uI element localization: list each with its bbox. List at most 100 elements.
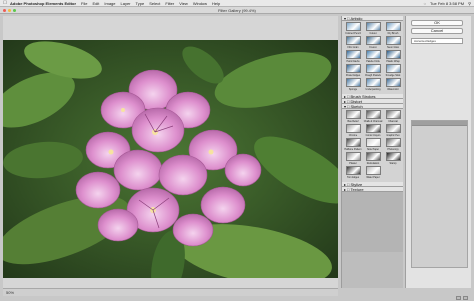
chevron-down-icon: ▾ — [344, 15, 347, 21]
filter-thumbnail[interactable]: Chalk & Charcoal — [364, 110, 382, 124]
wifi-icon[interactable]: ◌ — [424, 1, 426, 6]
spotlight-search-icon[interactable]: ⚲ — [468, 1, 471, 6]
filter-preview-image — [345, 110, 361, 119]
zoom-window-icon[interactable] — [13, 9, 16, 12]
new-effect-layer-icon[interactable] — [456, 296, 461, 300]
filter-thumbnail[interactable]: Cutout — [364, 22, 382, 36]
filter-thumbnail[interactable]: Fresco — [364, 36, 382, 50]
filter-preview-image — [365, 36, 381, 45]
zoom-level[interactable]: 50% — [6, 289, 14, 296]
effect-layer-row[interactable] — [412, 121, 467, 126]
filter-thumbnail[interactable]: Watercolor — [384, 78, 402, 92]
folder-icon: □ — [347, 186, 350, 192]
menu-item-window[interactable]: Window — [193, 1, 207, 6]
filter-preview-image — [365, 152, 381, 161]
window-controls — [3, 9, 16, 12]
filter-thumbnail[interactable]: Reticulation — [364, 152, 382, 166]
preview-canvas[interactable] — [3, 16, 338, 288]
filter-thumbnail[interactable]: Graphic Pen — [384, 124, 402, 138]
filter-label: Plaster — [349, 161, 357, 165]
filter-label: Cutout — [369, 31, 377, 35]
filter-preview-image — [385, 152, 401, 161]
minimize-window-icon[interactable] — [8, 9, 11, 12]
filter-thumbnail[interactable]: Underpainting — [364, 78, 382, 92]
filter-label: Paint Daubs — [346, 59, 360, 63]
ok-button[interactable]: OK — [411, 20, 463, 26]
filter-thumbnail[interactable]: Plaster — [344, 152, 362, 166]
category-label: Texture — [350, 186, 364, 192]
filter-thumbnail[interactable]: Charcoal — [384, 110, 402, 124]
filter-thumbnail[interactable]: Halftone Pattern — [344, 138, 362, 152]
filter-thumbnail[interactable]: Bas Relief — [344, 110, 362, 124]
menu-item-view[interactable]: View — [179, 1, 188, 6]
filter-thumbnail[interactable]: Water Paper — [364, 166, 382, 180]
filter-preview-image — [345, 124, 361, 133]
artistic-thumbnails: Colored Pencil Cutout Dry Brush Film Grain F… — [342, 21, 403, 94]
filter-thumbnail[interactable]: Film Grain — [344, 36, 362, 50]
filter-thumbnail[interactable]: Torn Edges — [344, 166, 362, 180]
filter-thumbnail[interactable]: Dry Brush — [384, 22, 402, 36]
window-titlebar: Filter Gallery (99.4%) — [0, 7, 474, 14]
filter-thumbnail[interactable]: Chrome — [344, 124, 362, 138]
filter-thumbnail[interactable]: Stamp — [384, 152, 402, 166]
sketch-thumbnails: Bas Relief Chalk & Charcoal Charcoal Chrome… — [342, 109, 403, 182]
folder-icon: □ — [347, 103, 350, 109]
filter-preview-image — [365, 166, 381, 175]
filter-thumbnail[interactable]: Plastic Wrap — [384, 50, 402, 64]
filter-preview-image — [345, 138, 361, 147]
filter-label: Torn Edges — [346, 175, 360, 179]
filter-label: Watercolor — [387, 87, 399, 91]
filter-dropdown[interactable]: Accented Edges — [411, 38, 463, 44]
menu-item-file[interactable]: File — [81, 1, 87, 6]
category-label: Sketch — [350, 103, 363, 109]
trash-icon[interactable] — [463, 296, 468, 300]
filter-thumbnail[interactable]: Paint Daubs — [344, 50, 362, 64]
menubar-clock[interactable]: Tue Feb 8 3:58 PM — [430, 1, 464, 6]
filter-preview-image — [385, 64, 401, 73]
filter-label: Palette Knife — [366, 59, 380, 63]
effect-layer-controls — [411, 296, 468, 301]
menu-item-edit[interactable]: Edit — [92, 1, 99, 6]
flower-photo — [3, 40, 338, 278]
category-label: Artistic — [350, 15, 363, 21]
menu-item-filter[interactable]: Filter — [165, 1, 174, 6]
filter-thumbnail[interactable]: Photocopy — [384, 138, 402, 152]
filter-label: Plastic Wrap — [386, 59, 400, 63]
filter-thumbnail[interactable]: Neon Glow — [384, 36, 402, 50]
filter-preview-image — [385, 50, 401, 59]
cancel-button[interactable]: Cancel — [411, 28, 463, 34]
effect-layers-list — [411, 120, 468, 268]
filter-label: Charcoal — [388, 119, 398, 123]
filter-thumbnail[interactable]: Smudge Stick — [384, 64, 402, 78]
filter-preview-image — [385, 22, 401, 31]
filter-label: Poster Edges — [345, 73, 361, 77]
menu-item-image[interactable]: Image — [104, 1, 115, 6]
menu-item-type[interactable]: Type — [136, 1, 145, 6]
menu-item-help[interactable]: Help — [212, 1, 220, 6]
filter-thumbnail[interactable]: Colored Pencil — [344, 22, 362, 36]
filter-thumbnail[interactable]: Poster Edges — [344, 64, 362, 78]
filter-preview-image — [365, 50, 381, 59]
filter-preview-image — [385, 124, 401, 133]
filter-label: Smudge Stick — [385, 73, 401, 77]
filter-panel-empty-area — [342, 192, 403, 252]
filter-label: Dry Brush — [387, 31, 399, 35]
filter-thumbnail[interactable]: Note Paper — [364, 138, 382, 152]
apple-icon[interactable]:  — [0, 0, 10, 6]
filter-preview-image — [345, 22, 361, 31]
filter-preview-image — [385, 110, 401, 119]
filter-label: Film Grain — [347, 45, 359, 49]
filter-gallery-panel: ▾ □ Artistic Colored Pencil Cutout Dry Bru… — [341, 16, 403, 288]
menu-bar:  Adobe Photoshop Elements Editor File E… — [0, 0, 474, 7]
flower-photo-art — [3, 40, 338, 278]
menu-item-layer[interactable]: Layer — [121, 1, 131, 6]
filter-thumbnail[interactable]: Conté Crayon — [364, 124, 382, 138]
menu-app-name[interactable]: Adobe Photoshop Elements Editor — [10, 1, 76, 6]
filter-thumbnail[interactable]: Sponge — [344, 78, 362, 92]
filter-preview-image — [385, 138, 401, 147]
filter-thumbnail[interactable]: Palette Knife — [364, 50, 382, 64]
menu-item-select[interactable]: Select — [149, 1, 160, 6]
close-window-icon[interactable] — [3, 9, 6, 12]
filter-preview-image — [365, 138, 381, 147]
filter-thumbnail[interactable]: Rough Pastels — [364, 64, 382, 78]
